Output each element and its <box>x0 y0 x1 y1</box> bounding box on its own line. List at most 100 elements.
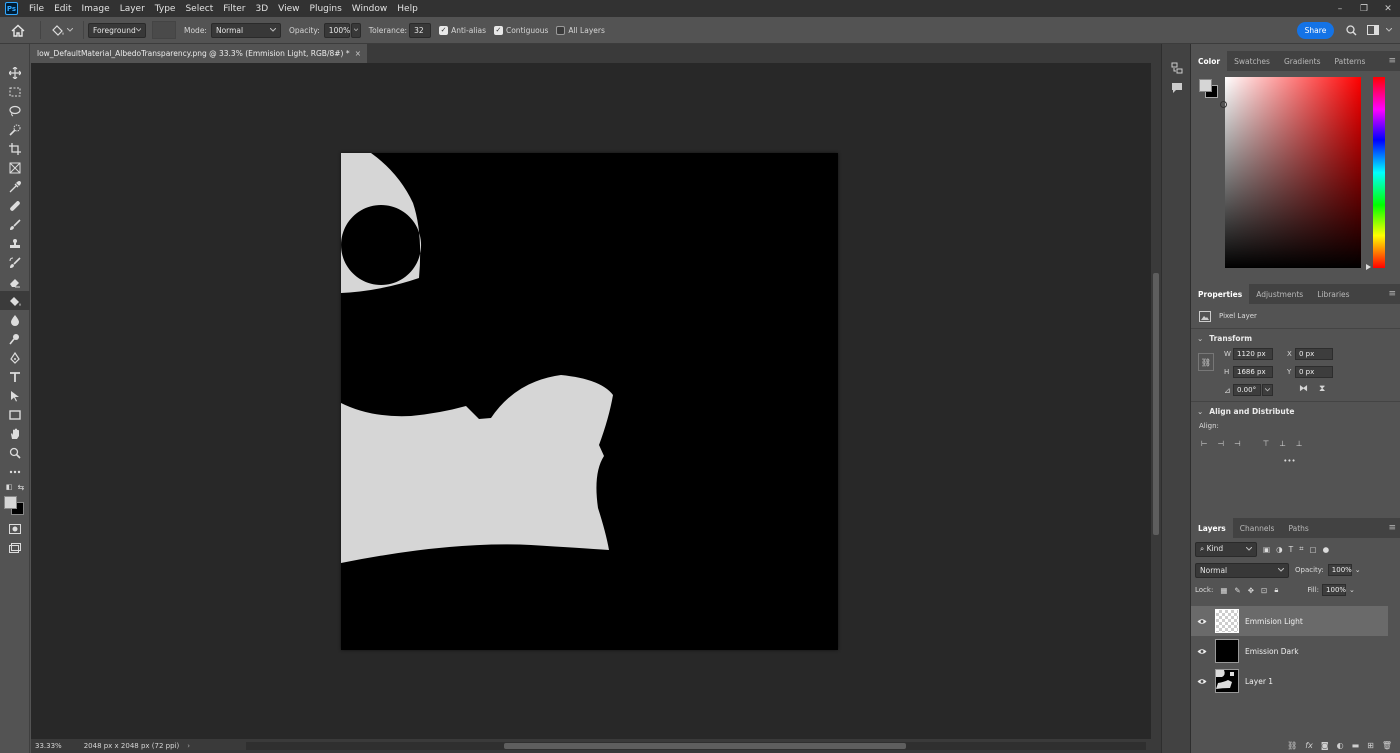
layer-opacity-input[interactable]: 100% <box>1327 564 1352 576</box>
visibility-toggle[interactable] <box>1191 678 1213 685</box>
add-mask-icon[interactable]: ◙ <box>1321 741 1329 750</box>
brush-tool[interactable] <box>0 215 30 234</box>
flip-horizontal-icon[interactable]: ⧓ <box>1299 384 1308 394</box>
rectangle-tool[interactable] <box>0 405 30 424</box>
menu-filter[interactable]: Filter <box>218 4 250 14</box>
zoom-tool[interactable] <box>0 443 30 462</box>
filter-adjustment-icon[interactable]: ◑ <box>1276 545 1283 554</box>
tolerance-input[interactable]: 32 <box>409 22 432 38</box>
type-tool[interactable] <box>0 367 30 386</box>
move-tool[interactable] <box>0 63 30 82</box>
more-tools-button[interactable] <box>0 462 30 481</box>
hand-tool[interactable] <box>0 424 30 443</box>
dodge-tool[interactable] <box>0 329 30 348</box>
more-options-icon[interactable]: ••• <box>1283 457 1295 465</box>
menu-3d[interactable]: 3D <box>251 4 274 14</box>
filter-toggle-icon[interactable]: ● <box>1323 545 1330 554</box>
lock-position-icon[interactable]: ✥ <box>1248 586 1254 595</box>
menu-edit[interactable]: Edit <box>49 4 76 14</box>
new-group-icon[interactable]: ▬ <box>1352 741 1360 750</box>
history-brush-tool[interactable] <box>0 253 30 272</box>
minimize-button[interactable]: – <box>1328 0 1352 17</box>
lock-image-pixels-icon[interactable]: ✎ <box>1234 586 1240 595</box>
frame-tool[interactable] <box>0 158 30 177</box>
close-window-button[interactable]: ✕ <box>1376 0 1400 17</box>
default-colors-icon[interactable]: ◧ <box>6 483 13 491</box>
layer-name[interactable]: Layer 1 <box>1245 677 1273 686</box>
blur-tool[interactable] <box>0 310 30 329</box>
all-layers-checkbox[interactable] <box>556 25 566 35</box>
restore-button[interactable]: ❐ <box>1352 0 1376 17</box>
search-button[interactable] <box>1340 20 1362 40</box>
y-input[interactable]: 0 px <box>1295 366 1333 378</box>
marquee-tool[interactable] <box>0 82 30 101</box>
layer-name[interactable]: Emission Dark <box>1245 647 1299 656</box>
menu-window[interactable]: Window <box>347 4 393 14</box>
color-picker-cursor[interactable] <box>1220 101 1227 108</box>
quick-mask-button[interactable] <box>0 519 30 538</box>
tab-patterns[interactable]: Patterns <box>1328 51 1373 71</box>
align-bottom-edges-icon[interactable]: ⊥ <box>1296 439 1303 448</box>
screen-mode-button[interactable] <box>0 538 30 557</box>
tool-preset-picker[interactable] <box>45 20 79 40</box>
swap-colors-icon[interactable]: ⇆ <box>17 483 24 492</box>
align-right-edges-icon[interactable]: ⊣ <box>1234 439 1241 448</box>
new-layer-icon[interactable]: ⊞ <box>1367 741 1374 750</box>
blend-mode-dropdown[interactable]: Normal <box>1195 562 1289 578</box>
foreground-color-swatch[interactable] <box>4 496 17 509</box>
eraser-tool[interactable] <box>0 272 30 291</box>
menu-type[interactable]: Type <box>150 4 181 14</box>
pattern-swatch[interactable] <box>152 21 176 39</box>
eyedropper-tool[interactable] <box>0 177 30 196</box>
layer-style-icon[interactable]: fx <box>1305 741 1313 750</box>
lock-transparent-pixels-icon[interactable]: ▦ <box>1220 586 1227 595</box>
hue-slider[interactable] <box>1373 77 1385 268</box>
align-chevron-icon[interactable]: ⌄ <box>1197 407 1203 416</box>
clone-stamp-tool[interactable] <box>0 234 30 253</box>
flip-vertical-icon[interactable]: ⧗ <box>1319 384 1325 394</box>
canvas-area[interactable] <box>31 63 1151 739</box>
menu-view[interactable]: View <box>273 4 304 14</box>
menu-plugins[interactable]: Plugins <box>305 4 347 14</box>
crop-tool[interactable] <box>0 139 30 158</box>
antialias-checkbox[interactable]: ✓ <box>439 25 449 35</box>
filter-smart-object-icon[interactable]: ▢ <box>1309 545 1316 554</box>
width-input[interactable]: 1120 px <box>1233 348 1273 360</box>
layer-row-layer-1[interactable]: Layer 1 <box>1191 666 1388 696</box>
share-button[interactable]: Share <box>1297 21 1334 39</box>
tab-properties[interactable]: Properties <box>1191 284 1250 304</box>
mode-dropdown[interactable]: Normal <box>210 22 281 38</box>
workspace-dropdown[interactable] <box>1384 20 1394 40</box>
new-adjustment-layer-icon[interactable]: ◐ <box>1337 741 1344 750</box>
menu-image[interactable]: Image <box>77 4 115 14</box>
horizontal-scroll-thumb[interactable] <box>504 743 906 749</box>
tab-layers[interactable]: Layers <box>1191 518 1233 538</box>
fill-input[interactable]: 100% <box>1322 584 1346 596</box>
comments-panel-button[interactable] <box>1162 78 1192 98</box>
paint-bucket-tool[interactable] <box>0 291 30 310</box>
tab-color[interactable]: Color <box>1191 51 1228 71</box>
saturation-value-field[interactable] <box>1220 77 1361 268</box>
status-menu-arrow[interactable]: › <box>187 742 190 750</box>
link-dimensions-button[interactable]: ⛓ <box>1198 353 1214 371</box>
contiguous-checkbox[interactable]: ✓ <box>493 25 503 35</box>
workspace-button[interactable] <box>1362 20 1384 40</box>
panel-menu-icon[interactable]: ≡ <box>1388 56 1396 66</box>
align-vertical-centers-icon[interactable]: ⊥ <box>1279 439 1286 448</box>
fill-source-dropdown[interactable]: Foreground <box>88 22 146 38</box>
tab-paths[interactable]: Paths <box>1281 518 1315 538</box>
menu-file[interactable]: File <box>24 4 49 14</box>
hue-slider-handle[interactable] <box>1366 264 1371 270</box>
panel-menu-icon[interactable]: ≡ <box>1388 289 1396 299</box>
layer-row-emission-dark[interactable]: Emission Dark <box>1191 636 1388 666</box>
filter-pixel-icon[interactable]: ▣ <box>1263 545 1270 554</box>
angle-dropdown[interactable] <box>1262 384 1273 396</box>
align-top-edges-icon[interactable]: ⊤ <box>1263 439 1270 448</box>
angle-input[interactable]: 0.00° <box>1233 384 1261 396</box>
layer-filter-dropdown[interactable]: ⌕ Kind <box>1195 541 1257 557</box>
layer-row-emmision-light[interactable]: Emmision Light <box>1191 606 1388 636</box>
tab-libraries[interactable]: Libraries <box>1310 284 1356 304</box>
pen-tool[interactable] <box>0 348 30 367</box>
visibility-toggle[interactable] <box>1191 648 1213 655</box>
lasso-tool[interactable] <box>0 101 30 120</box>
